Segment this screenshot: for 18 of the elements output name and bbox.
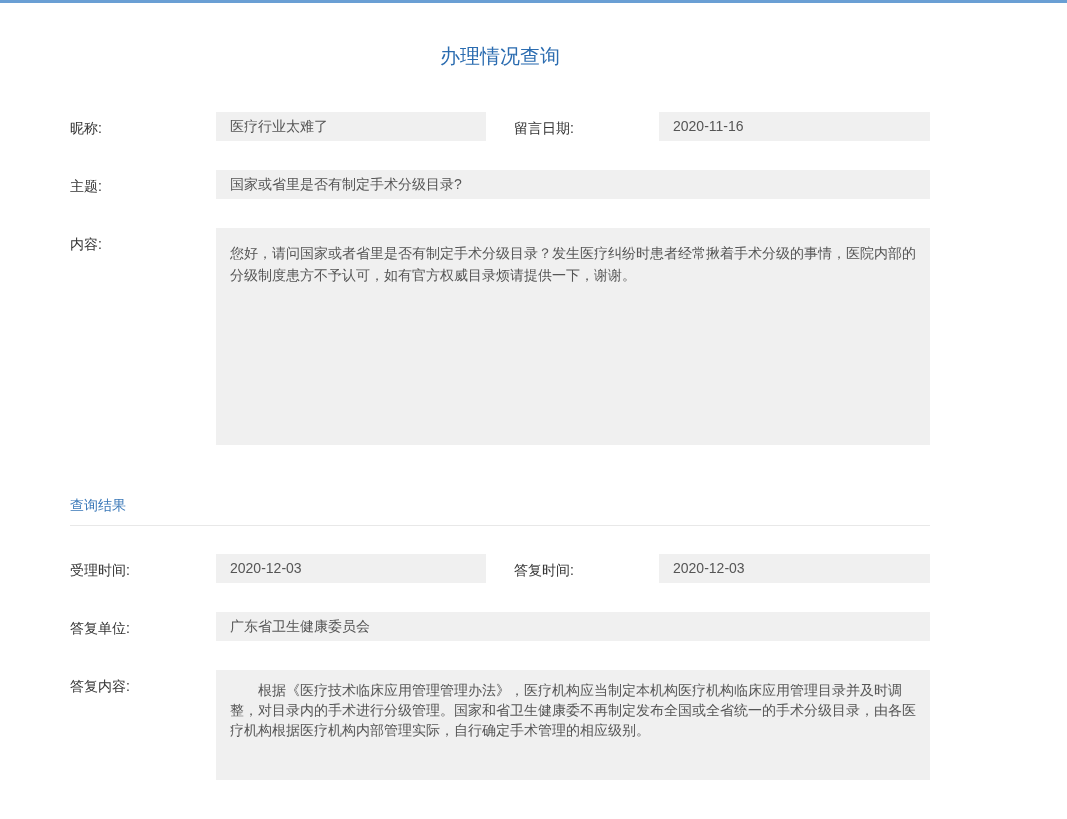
field-value: 广东省卫生健康委员会 [216,612,930,641]
content-text: 您好，请问国家或者省里是否有制定手术分级目录？发生医疗纠纷时患者经常揪着手术分级的事情，医院内部的分级制度患方不予认可，如有官方权威目录烦请提供一下，谢谢。 [216,228,930,445]
field-label: 受理时间: [70,561,131,580]
field-value: 医疗行业太难了 [216,112,486,141]
page-title: 办理情况查询 [439,44,561,69]
field-label: 答复时间: [514,561,575,580]
field-value: 2020-12-03 [659,554,930,583]
field-value: 2020-11-16 [659,112,930,141]
section-heading: 查询结果 [70,497,126,513]
field-label: 答复单位: [70,619,131,638]
field-label: 主题: [70,177,103,196]
field-label: 内容: [70,235,103,254]
field-label: 昵称: [70,119,103,138]
field-label: 答复内容: [70,677,131,696]
field-label: 留言日期: [514,119,575,138]
field-value: 2020-12-03 [216,554,486,583]
reply-text: 根据《医疗技术临床应用管理管理办法》，医疗机构应当制定本机构医疗机构临床应用管理目录并及时调整，对目录内的手术进行分级管理。国家和省卫生健康委不再制定发布全国或全省统一的手术分级目录，由各医疗机构根据医疗机构内部管理实际，自行确定手术管理的相应级别。 [216,670,930,780]
field-value: 国家或省里是否有制定手术分级目录? [216,170,930,199]
